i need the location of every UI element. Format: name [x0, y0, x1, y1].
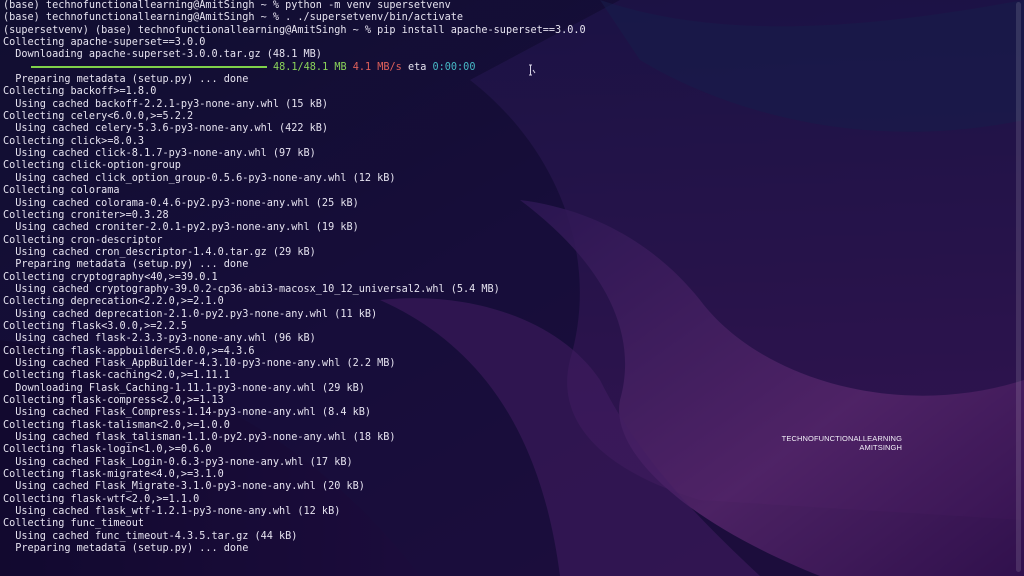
terminal-line: Collecting cron-descriptor: [3, 234, 163, 246]
terminal-line: Downloading Flask_Caching-1.11.1-py3-non…: [3, 382, 365, 394]
watermark: TECHNOFUNCTIONALLEARNING AMITSINGH: [782, 434, 902, 452]
terminal-line: (base) technofunctionallearning@AmitSing…: [3, 12, 464, 24]
text-cursor-icon: [529, 64, 536, 76]
terminal-line: Using cached click_option_group-0.5.6-py…: [3, 172, 396, 184]
progress-size: 48.1/48.1 MB: [273, 61, 347, 73]
terminal-line: Using cached Flask_Migrate-3.1.0-py3-non…: [3, 481, 365, 493]
terminal-line: Preparing metadata (setup.py) ... done: [3, 74, 249, 86]
terminal-output[interactable]: (base) technofunctionallearning@AmitSing…: [3, 0, 586, 555]
terminal-line: Using cached flask_talisman-1.1.0-py2.py…: [3, 432, 396, 444]
terminal-line: Collecting backoff>=1.8.0: [3, 86, 157, 98]
terminal-line: Using cached Flask_AppBuilder-4.3.10-py3…: [3, 357, 396, 369]
terminal-line: Preparing metadata (setup.py) ... done: [3, 259, 249, 271]
terminal-line: Collecting celery<6.0.0,>=5.2.2: [3, 111, 194, 123]
watermark-line-2: AMITSINGH: [859, 443, 902, 452]
terminal-line: Using cached croniter-2.0.1-py2.py3-none…: [3, 222, 359, 234]
terminal-line: Collecting flask-talisman<2.0,>=1.0.0: [3, 419, 230, 431]
progress-bar: [31, 65, 267, 68]
terminal-line: Using cached cryptography-39.0.2-cp36-ab…: [3, 283, 500, 295]
terminal-line: Collecting click-option-group: [3, 160, 181, 172]
terminal-line: Collecting flask-migrate<4.0,>=3.1.0: [3, 469, 224, 481]
terminal-line: Collecting func_timeout: [3, 518, 145, 530]
terminal-line: Using cached cron_descriptor-1.4.0.tar.g…: [3, 246, 316, 258]
watermark-line-1: TECHNOFUNCTIONALLEARNING: [781, 434, 902, 443]
terminal-line: Using cached func_timeout-4.3.5.tar.gz (…: [3, 530, 298, 542]
terminal-line: Using cached click-8.1.7-py3-none-any.wh…: [3, 148, 316, 160]
terminal-line: Collecting flask-compress<2.0,>=1.13: [3, 395, 224, 406]
scrollbar[interactable]: [1016, 2, 1021, 572]
terminal-line: Collecting click>=8.0.3: [3, 135, 145, 147]
terminal-line: Using cached flask-2.3.3-py3-none-any.wh…: [3, 333, 316, 345]
terminal-line: Downloading apache-superset-3.0.0.tar.gz…: [3, 49, 322, 61]
terminal-line: Collecting deprecation<2.2.0,>=2.1.0: [3, 296, 224, 308]
terminal-line: Using cached colorama-0.4.6-py2.py3-none…: [3, 197, 359, 209]
terminal-line: (supersetvenv) (base) technofunctionalle…: [3, 24, 586, 36]
terminal-line: Preparing metadata (setup.py) ... done: [3, 543, 249, 555]
terminal-line: Collecting croniter>=0.3.28: [3, 209, 169, 221]
terminal-line: Collecting flask-caching<2.0,>=1.11.1: [3, 370, 230, 382]
terminal-line: Collecting apache-superset==3.0.0: [3, 37, 206, 49]
terminal-line: Using cached Flask_Login-0.6.3-py3-none-…: [3, 456, 353, 468]
terminal-line: Using cached backoff-2.2.1-py3-none-any.…: [3, 98, 329, 110]
progress-eta-label: eta: [407, 61, 427, 73]
terminal-line: Collecting flask-appbuilder<5.0.0,>=4.3.…: [3, 345, 255, 357]
terminal-line: Collecting flask<3.0.0,>=2.2.5: [3, 320, 188, 332]
terminal-line: (base) technofunctionallearning@AmitSing…: [3, 0, 451, 11]
download-progress-line: 48.1/48.1 MB 4.1 MB/s eta 0:00:00: [3, 62, 586, 74]
terminal-line: Collecting cryptography<40,>=39.0.1: [3, 271, 218, 283]
terminal-line: Collecting flask-login<1.0,>=0.6.0: [3, 444, 212, 456]
terminal-line: Using cached flask_wtf-1.2.1-py3-none-an…: [3, 506, 341, 518]
terminal-line: Collecting colorama: [3, 185, 120, 197]
progress-eta: 0:00:00: [432, 61, 476, 73]
terminal-line: Using cached celery-5.3.6-py3-none-any.w…: [3, 123, 329, 135]
progress-speed: 4.1 MB/s: [352, 61, 402, 73]
terminal-line: Collecting flask-wtf<2.0,>=1.1.0: [3, 493, 200, 505]
terminal-window[interactable]: (base) technofunctionallearning@AmitSing…: [0, 0, 1024, 576]
terminal-line: Using cached deprecation-2.1.0-py2.py3-n…: [3, 308, 378, 320]
terminal-line: Using cached Flask_Compress-1.14-py3-non…: [3, 407, 372, 419]
